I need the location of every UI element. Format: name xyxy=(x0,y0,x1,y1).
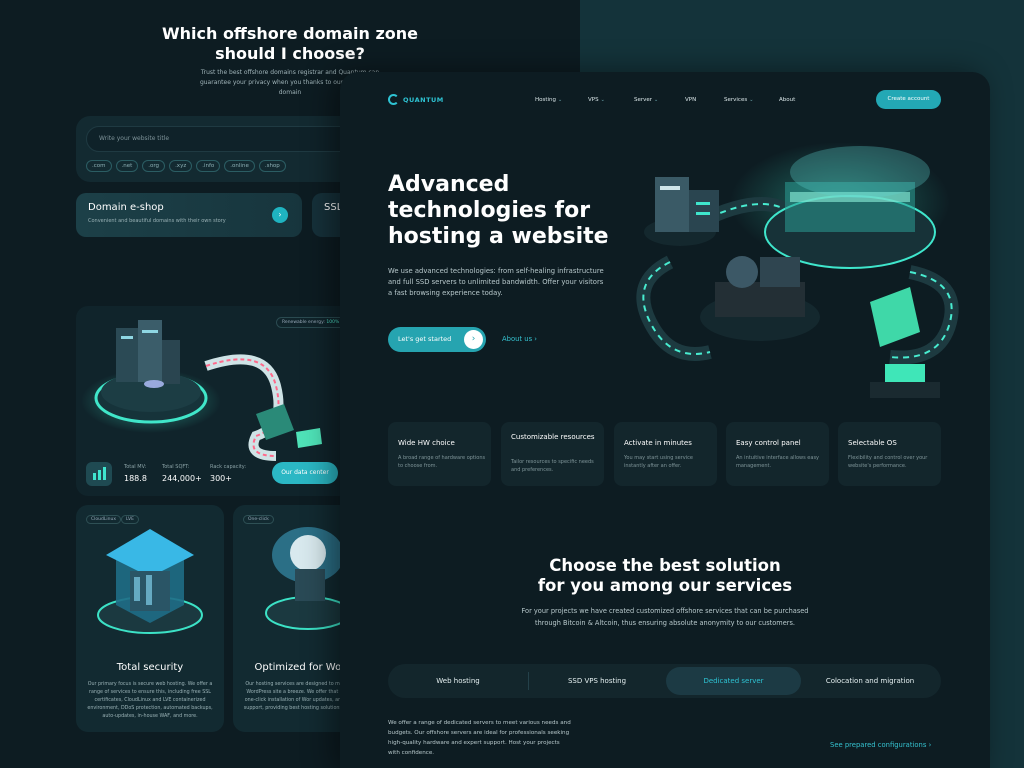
zone-chip[interactable]: .info xyxy=(196,160,221,172)
eshop-arrow-button[interactable]: › xyxy=(272,207,288,223)
feature-title: Activate in minutes xyxy=(624,439,692,447)
eshop-title: Domain e-shop xyxy=(88,202,164,213)
security-title: Total security xyxy=(116,662,184,673)
nav-about[interactable]: About xyxy=(779,97,795,103)
feature-title: Customizable resources xyxy=(511,433,595,441)
nav-hosting[interactable]: Hosting ⌄ xyxy=(535,97,562,103)
chevron-right-icon: › xyxy=(928,741,932,749)
solutions-subtitle: For your projects we have created custom… xyxy=(521,607,809,627)
hero-text: We use advanced technologies: from self-… xyxy=(388,267,604,297)
feature-card: Wide HW choice A broad range of hardware… xyxy=(388,422,491,486)
get-started-button[interactable]: Let's get started › xyxy=(388,327,486,352)
nav-services[interactable]: Services ⌄ xyxy=(724,97,753,103)
tab-ssd-vps-hosting[interactable]: SSD VPS hosting xyxy=(532,667,662,695)
datacenter-card: Renewable energy: 100% Total MV: 188.8 T… xyxy=(76,306,366,496)
stat-total-sqft: Total SQFT: 244,000+ xyxy=(162,464,202,483)
chevron-right-icon: › xyxy=(534,335,537,343)
feature-card: Selectable OS Flexibility and control ov… xyxy=(838,422,941,486)
chevron-down-icon: ⌄ xyxy=(749,97,754,103)
arrow-right-icon: › xyxy=(464,330,483,349)
chart-icon xyxy=(86,462,112,486)
feature-text: Tailor resources to specific needs and p… xyxy=(511,459,594,473)
nav-vps[interactable]: VPS ⌄ xyxy=(588,97,605,103)
feature-text: Flexibility and control over your websit… xyxy=(848,455,928,469)
feature-card: Easy control panel An intuitive interfac… xyxy=(726,422,829,486)
zone-chip[interactable]: .org xyxy=(142,160,166,172)
feature-text: A broad range of hardware options to cho… xyxy=(398,455,486,469)
feature-title: Easy control panel xyxy=(736,439,801,447)
zone-chip[interactable]: .com xyxy=(86,160,112,172)
zone-chip[interactable]: .shop xyxy=(258,160,286,172)
stat-rack-capacity: Rack capacity: 300+ xyxy=(210,464,247,483)
feature-text: An intuitive interface allows easy manag… xyxy=(736,455,820,469)
tab-divider xyxy=(528,672,529,690)
tab-web-hosting[interactable]: Web hosting xyxy=(392,667,524,695)
domain-zone-list: .com .net .org .xyz .info .online .shop xyxy=(86,160,286,172)
security-card: CloudLinux LVE Total security Our primar… xyxy=(76,505,224,732)
eshop-subtitle: Convenient and beautiful domains with th… xyxy=(88,218,226,224)
logo-text: QUANTUM xyxy=(403,95,444,104)
logo[interactable]: QUANTUM xyxy=(388,94,444,105)
dedicated-description: We offer a range of dedicated servers to… xyxy=(388,720,571,756)
quantum-logo-icon xyxy=(388,94,399,105)
top-nav: QUANTUM Hosting ⌄ VPS ⌄ Server ⌄ VPN Servic… xyxy=(340,90,990,114)
hosting-illustration xyxy=(636,142,959,398)
tab-colocation-migration[interactable]: Colocation and migration xyxy=(803,667,937,695)
feature-text: You may start using service instantly af… xyxy=(624,455,693,469)
get-started-label: Let's get started xyxy=(398,335,452,343)
feature-title: Wide HW choice xyxy=(398,439,455,447)
create-account-button[interactable]: Create account xyxy=(876,90,941,109)
chevron-down-icon: ⌄ xyxy=(558,97,563,103)
security-illustration xyxy=(97,529,203,634)
feature-card: Activate in minutes You may start using … xyxy=(614,422,717,486)
domain-zone-title: Which offshore domain zone should I choo… xyxy=(161,24,419,63)
stat-total-mv: Total MV: 188.8 xyxy=(124,464,147,483)
about-us-link[interactable]: About us › xyxy=(502,335,537,343)
main-page: QUANTUM Hosting ⌄ VPS ⌄ Server ⌄ VPN Servic… xyxy=(340,72,990,768)
zone-chip[interactable]: .xyz xyxy=(169,160,193,172)
zone-chip[interactable]: .net xyxy=(115,160,139,172)
zone-chip[interactable]: .online xyxy=(224,160,255,172)
chevron-down-icon: ⌄ xyxy=(654,97,659,103)
feature-card: Customizable resources Tailor resources … xyxy=(501,422,604,486)
solutions-title: Choose the best solution for you among o… xyxy=(537,556,793,595)
domain-eshop-card[interactable]: Domain e-shop Convenient and beautiful d… xyxy=(76,193,302,237)
nav-server[interactable]: Server ⌄ xyxy=(634,97,658,103)
nav-vpn[interactable]: VPN xyxy=(685,97,696,103)
chevron-down-icon: ⌄ xyxy=(600,97,605,103)
tab-dedicated-server[interactable]: Dedicated server xyxy=(666,667,801,695)
datacenter-button[interactable]: Our data center xyxy=(272,462,338,484)
hero-title: Advanced technologies for hosting a webs… xyxy=(388,172,609,249)
service-tabs: Web hosting SSD VPS hosting Dedicated se… xyxy=(388,664,941,698)
security-text: Our primary focus is secure web hosting.… xyxy=(87,682,213,719)
feature-title: Selectable OS xyxy=(848,439,897,447)
see-configurations-link[interactable]: See prepared configurations › xyxy=(830,741,931,749)
renewable-energy-badge: Renewable energy: 100% xyxy=(276,317,346,328)
